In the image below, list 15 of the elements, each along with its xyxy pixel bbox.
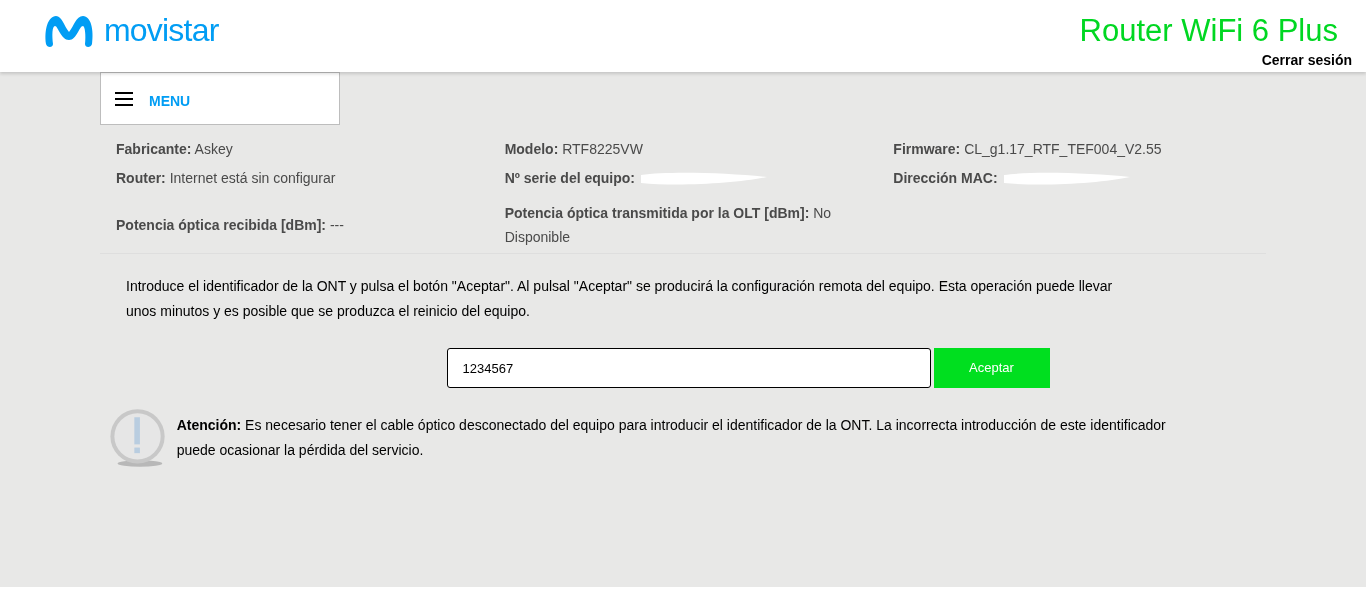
page-title: Router WiFi 6 Plus bbox=[1079, 15, 1338, 46]
info-item: Router: Internet está sin configurar bbox=[116, 169, 336, 188]
info-item: Potencia óptica recibida [dBm]: --- bbox=[116, 215, 344, 235]
info-item: Potencia óptica transmitida por la OLT [dBm]: No Disponible bbox=[503, 204, 833, 247]
menu-icon bbox=[115, 91, 133, 106]
logo-text: movistar bbox=[104, 14, 219, 46]
info-item: Dirección MAC: bbox=[893, 169, 998, 188]
instructions-text: Introduce el identificador de la ONT y pulsa el botón "Aceptar". Al pulsal "Aceptar" se producirá la configuración remota del equipo. Esta operación puede llevar unos minutos y es posible que se produzca el reinicio del equipo. bbox=[125, 277, 1114, 321]
info-item: Nº serie del equipo: bbox=[504, 169, 636, 188]
ont-input-field[interactable]: 1234567 bbox=[446, 348, 931, 388]
info-item: Firmware: CL_g1.17_RTF_TEF004_V2.55 bbox=[893, 140, 1162, 159]
info-item: Fabricante: Askey bbox=[116, 140, 233, 159]
warning-text: Atención: Es necesario tener el cable óptico desconectado del equipo para introducir el identificador de la ONT. La incorrecta introducción de este identificador puede ocasionar la pérdida del servicio. bbox=[176, 416, 1167, 460]
info-item: Modelo: RTF8225VW bbox=[504, 140, 643, 159]
logout-link[interactable]: Cerrar sesión bbox=[1261, 53, 1352, 67]
